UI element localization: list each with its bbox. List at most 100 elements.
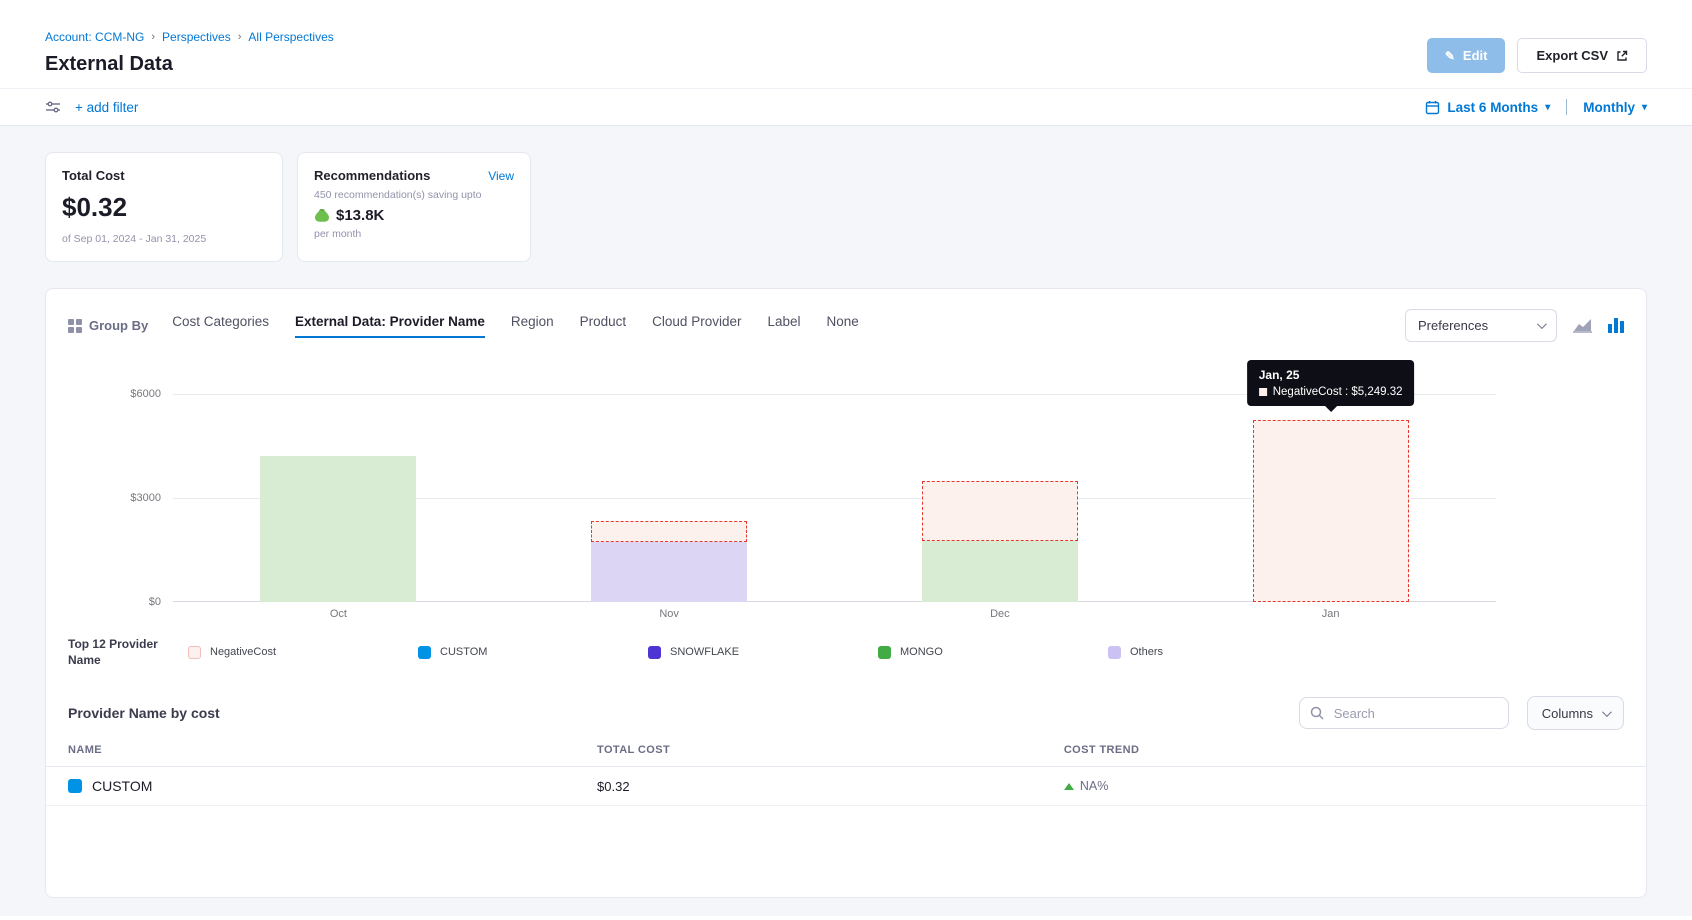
legend-item-custom[interactable]: CUSTOM: [418, 646, 648, 659]
edit-button[interactable]: ✎ Edit: [1427, 38, 1506, 73]
export-csv-label: Export CSV: [1536, 48, 1608, 63]
tab-region[interactable]: Region: [511, 314, 554, 338]
y-axis-tick: $6000: [113, 388, 161, 400]
legend-swatch: [418, 646, 431, 659]
bar-group-oct[interactable]: [173, 394, 504, 602]
tooltip-title: Jan, 25: [1259, 368, 1403, 382]
chart-tooltip: Jan, 25 NegativeCost : $5,249.32: [1247, 360, 1415, 406]
row-color-swatch: [68, 779, 82, 793]
total-cost-title: Total Cost: [62, 168, 266, 183]
table-title: Provider Name by cost: [68, 705, 220, 721]
bar-chart-icon[interactable]: [1608, 318, 1624, 333]
separator-divider: [1566, 99, 1567, 115]
page-header: Account: CCM-NG › Perspectives › All Per…: [0, 0, 1692, 88]
granularity-label: Monthly: [1583, 100, 1635, 115]
breadcrumb: Account: CCM-NG › Perspectives › All Per…: [45, 30, 334, 44]
chart-legend: Top 12 Provider Name NegativeCost CUSTOM…: [68, 636, 1624, 668]
legend-item-others[interactable]: Others: [1108, 646, 1338, 659]
breadcrumb-perspectives-link[interactable]: Perspectives: [162, 30, 231, 44]
external-link-icon: [1616, 50, 1628, 62]
chevron-down-icon: [1602, 707, 1612, 717]
cost-chart: $6000 $3000 $0 Jan, 25 NegativeCost : $5…: [113, 394, 1496, 620]
search-icon: [1310, 706, 1324, 720]
tab-none[interactable]: None: [827, 314, 859, 338]
search-box[interactable]: [1299, 697, 1509, 729]
column-header-total-cost[interactable]: TOTAL COST: [597, 744, 1064, 756]
preferences-label: Preferences: [1418, 318, 1488, 333]
bar-segment-negativecost[interactable]: [591, 521, 747, 542]
bar-group-dec[interactable]: [835, 394, 1166, 602]
bars-row: [173, 394, 1496, 602]
recommendations-amount: $13.8K: [336, 207, 384, 224]
tab-product[interactable]: Product: [580, 314, 627, 338]
pencil-icon: ✎: [1445, 49, 1455, 63]
recommendations-view-link[interactable]: View: [488, 169, 514, 183]
legend-swatch: [188, 646, 201, 659]
date-range-selector[interactable]: Last 6 Months ▾: [1425, 100, 1550, 115]
column-header-name[interactable]: NAME: [68, 744, 597, 756]
total-cost-value: $0.32: [62, 192, 266, 223]
tooltip-series-swatch: [1259, 388, 1267, 396]
tooltip-value: NegativeCost : $5,249.32: [1273, 386, 1403, 398]
bar-group-nov[interactable]: [504, 394, 835, 602]
x-axis-label-dec: Dec: [835, 608, 1166, 620]
chevron-down-icon: ▾: [1545, 102, 1550, 113]
legend-item-snowflake[interactable]: SNOWFLAKE: [648, 646, 878, 659]
money-bag-icon: [314, 208, 330, 223]
breadcrumb-separator-icon: ›: [238, 31, 242, 43]
page-content: Total Cost $0.32 of Sep 01, 2024 - Jan 3…: [0, 126, 1692, 916]
tab-external-data-provider-name[interactable]: External Data: Provider Name: [295, 314, 485, 338]
summary-cards: Total Cost $0.32 of Sep 01, 2024 - Jan 3…: [45, 152, 1647, 262]
columns-button-label: Columns: [1542, 706, 1593, 721]
bar-segment-mongo[interactable]: [260, 456, 416, 602]
y-axis-tick: $0: [113, 596, 161, 608]
filter-bar: + add filter Last 6 Months ▾ Monthly ▾: [0, 88, 1692, 126]
row-trend-value: NA%: [1080, 779, 1108, 793]
filter-settings-icon[interactable]: [45, 100, 61, 114]
bar-segment-negativecost[interactable]: [922, 481, 1078, 541]
legend-label: Others: [1130, 646, 1163, 658]
recommendations-card: Recommendations View 450 recommendation(…: [297, 152, 531, 262]
group-by-icon: [68, 319, 82, 333]
chevron-down-icon: ▾: [1642, 102, 1647, 113]
total-cost-card: Total Cost $0.32 of Sep 01, 2024 - Jan 3…: [45, 152, 283, 262]
calendar-icon: [1425, 100, 1440, 115]
tab-cost-categories[interactable]: Cost Categories: [172, 314, 269, 338]
legend-item-mongo[interactable]: MONGO: [878, 646, 1108, 659]
x-axis-label-nov: Nov: [504, 608, 835, 620]
trend-up-icon: [1064, 783, 1074, 790]
legend-label: MONGO: [900, 646, 943, 658]
legend-label: SNOWFLAKE: [670, 646, 739, 658]
bar-group-jan[interactable]: [1165, 394, 1496, 602]
table-row[interactable]: CUSTOM $0.32 NA%: [46, 767, 1646, 806]
granularity-selector[interactable]: Monthly ▾: [1583, 100, 1647, 115]
legend-swatch: [1108, 646, 1121, 659]
bar-segment-negativecost[interactable]: [1253, 420, 1409, 602]
bar-segment-mongo[interactable]: [922, 541, 1078, 602]
tab-label[interactable]: Label: [767, 314, 800, 338]
breadcrumb-account-link[interactable]: Account: CCM-NG: [45, 30, 144, 44]
legend-swatch: [648, 646, 661, 659]
tab-cloud-provider[interactable]: Cloud Provider: [652, 314, 741, 338]
legend-swatch: [878, 646, 891, 659]
bar-segment-others[interactable]: [591, 542, 747, 602]
preferences-dropdown[interactable]: Preferences: [1405, 309, 1557, 342]
export-csv-button[interactable]: Export CSV: [1517, 38, 1647, 73]
chevron-down-icon: [1537, 319, 1547, 329]
row-name-label: CUSTOM: [92, 778, 152, 794]
legend-title: Top 12 Provider Name: [68, 636, 180, 668]
add-filter-button[interactable]: + add filter: [75, 100, 138, 115]
search-input[interactable]: [1332, 705, 1498, 722]
legend-item-negativecost[interactable]: NegativeCost: [188, 646, 418, 659]
x-axis-labels: OctNovDecJan: [173, 608, 1496, 620]
columns-button[interactable]: Columns: [1527, 696, 1624, 730]
group-by-row: Group By Cost Categories External Data: …: [46, 289, 1646, 342]
header-actions: ✎ Edit Export CSV: [1427, 38, 1647, 73]
breadcrumb-all-perspectives-link[interactable]: All Perspectives: [248, 30, 333, 44]
page-title: External Data: [45, 53, 334, 76]
column-header-cost-trend[interactable]: COST TREND: [1064, 744, 1624, 756]
total-cost-period: of Sep 01, 2024 - Jan 31, 2025: [62, 233, 266, 245]
area-chart-icon[interactable]: [1573, 318, 1592, 333]
table-toolbar: Provider Name by cost Columns: [68, 696, 1624, 730]
legend-label: CUSTOM: [440, 646, 487, 658]
